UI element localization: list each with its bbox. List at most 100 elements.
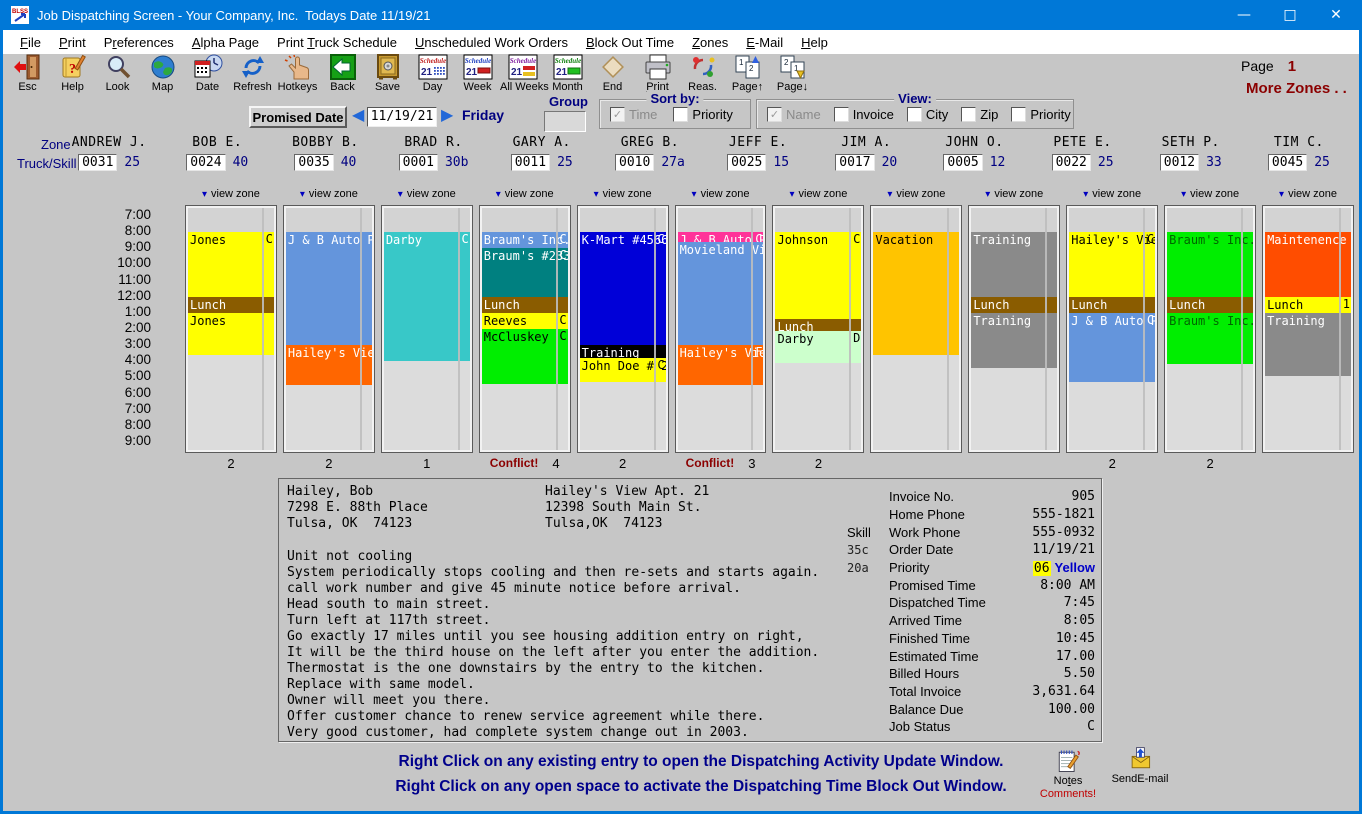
notes-button[interactable]: Notes Comments! [1037, 747, 1099, 800]
truck-number-field[interactable]: 0035 [294, 154, 333, 171]
toolbar-look-button[interactable]: Look [95, 54, 140, 93]
block-label: Training [582, 346, 640, 358]
view-zone-dropdown[interactable]: ▾view zone [871, 188, 961, 205]
view-zone-dropdown[interactable]: ▾view zone [773, 188, 863, 205]
truck-number-field[interactable]: 0010 [615, 154, 654, 171]
service-address-line: 12398 South Main St. [545, 500, 709, 516]
toolbar-back-button[interactable]: Back [320, 54, 365, 93]
view-zone-dropdown[interactable]: ▾view zone [382, 188, 472, 205]
schedule-column-seth-p[interactable]: Braum's Inc.LunchBraum's Inc. [1165, 206, 1255, 452]
svg-text:?: ? [69, 62, 76, 77]
toolbar-label: Month [545, 81, 590, 93]
schedule-column-brad-r[interactable]: Braum's Inc.CBraum's #233CLunchReevesCMc… [480, 206, 570, 452]
truck-number-field[interactable]: 0024 [186, 154, 225, 171]
view-priority-checkbox[interactable]: Priority [1011, 107, 1070, 122]
close-button[interactable]: ✕ [1313, 0, 1359, 30]
toolbar-label: Refresh [230, 81, 275, 93]
schedule-column-bobby-b[interactable]: DarbyC [382, 206, 472, 452]
view-city-checkbox[interactable]: City [907, 107, 948, 122]
menu-item-preferences[interactable]: Preferences [95, 35, 183, 50]
schedule-column-jim-a[interactable]: Vacation [871, 206, 961, 452]
group-input[interactable] [544, 111, 586, 132]
sort-by-priority-checkbox[interactable]: Priority [673, 107, 732, 122]
menu-item-e-mail[interactable]: E-Mail [737, 35, 792, 50]
toolbar-print-button[interactable]: Print [635, 54, 680, 93]
view-zone-dropdown[interactable]: ▾view zone [578, 188, 668, 205]
truck-number-field[interactable]: 0017 [835, 154, 874, 171]
toolbar-refresh-button[interactable]: Refresh [230, 54, 275, 93]
toolbar-save-button[interactable]: Save [365, 54, 410, 93]
view-zip-checkbox[interactable]: Zip [961, 107, 998, 122]
schedule-column-bob-e[interactable]: J & B Auto PaHailey's View [284, 206, 374, 452]
minimize-button[interactable]: — [1221, 0, 1267, 30]
view-zone-dropdown[interactable]: ▾view zone [284, 188, 374, 205]
job-count-value: 2 [1109, 456, 1116, 471]
toolbar-date-button[interactable]: Date [185, 54, 230, 93]
schedule-column-pete-e[interactable]: Hailey's ViewCLunchJ & B Auto PaC [1067, 206, 1157, 452]
toolbar-all-weeks-button[interactable]: Schedule21All Weeks [500, 54, 545, 93]
truck-number-field[interactable]: 0022 [1052, 154, 1091, 171]
toolbar-map-button[interactable]: Map [140, 54, 185, 93]
view-zone-dropdown[interactable]: ▾view zone [676, 188, 766, 205]
menu-item-alpha-page[interactable]: Alpha Page [183, 35, 268, 50]
truck-number-field[interactable]: 0031 [78, 154, 117, 171]
schedule-column-tim-c[interactable]: MaintenenceLunch1Training [1263, 206, 1353, 452]
schedule-column-gary-a[interactable]: K-Mart #45667CTrainingJohn Doe # 21C [578, 206, 668, 452]
toolbar-page-button[interactable]: 21Page↓ [770, 54, 815, 93]
view-name-checkbox[interactable]: ✓Name [767, 107, 821, 122]
toolbar-month-button[interactable]: Schedule21Month [545, 54, 590, 93]
toolbar-esc-button[interactable]: Esc [5, 54, 50, 93]
block-status-flag: C [853, 232, 860, 246]
time-tick-label: 11:00 [118, 272, 151, 287]
page-up-icon: 12 [725, 54, 770, 82]
menu-item-file[interactable]: File [11, 35, 50, 50]
view-zone-dropdown[interactable]: ▾view zone [480, 188, 570, 205]
send-email-button[interactable]: SendE-mail [1105, 745, 1175, 785]
field-value: C [1005, 719, 1095, 734]
job-description: Unit not coolingSystem periodically stop… [287, 549, 819, 741]
truck-number-field[interactable]: 0012 [1160, 154, 1199, 171]
promised-date-button[interactable]: Promised Date [249, 106, 347, 128]
job-count-value: 2 [1207, 456, 1214, 471]
toolbar-reas-button[interactable]: Reas. [680, 54, 725, 93]
menu-item-zones[interactable]: Zones [683, 35, 737, 50]
toolbar-hotkeys-button[interactable]: Hotkeys [275, 54, 320, 93]
truck-number-field[interactable]: 0011 [511, 154, 550, 171]
menu-item-print-truck-schedule[interactable]: Print Truck Schedule [268, 35, 406, 50]
menu-item-help[interactable]: Help [792, 35, 837, 50]
toolbar-week-button[interactable]: Schedule21Week [455, 54, 500, 93]
truck-number-field[interactable]: 0001 [399, 154, 438, 171]
view-zone-dropdown[interactable]: ▾view zone [969, 188, 1059, 205]
maximize-button[interactable]: □ [1267, 0, 1313, 30]
view-zone-dropdown[interactable]: ▾view zone [1165, 188, 1255, 205]
menu-item-block-out-time[interactable]: Block Out Time [577, 35, 683, 50]
schedule-column-jeff-e[interactable]: JohnsonCLunchDarbyD [773, 206, 863, 452]
view-zone-label: view zone [1288, 188, 1337, 200]
truck-number-field[interactable]: 0005 [943, 154, 982, 171]
job-count-value: 2 [227, 456, 234, 471]
view-invoice-checkbox[interactable]: Invoice [834, 107, 894, 122]
menu-item-unscheduled-work-orders[interactable]: Unscheduled Work Orders [406, 35, 577, 50]
sort-by-time-checkbox[interactable]: ✓Time [610, 107, 657, 122]
service-address-line: Tulsa,OK 74123 [545, 516, 709, 532]
next-day-arrow-icon[interactable]: ▶ [441, 105, 453, 124]
promised-date-field[interactable]: 11/19/21 [367, 107, 437, 127]
toolbar-help-button[interactable]: ?Help [50, 54, 95, 93]
menu-item-print[interactable]: Print [50, 35, 95, 50]
view-zone-dropdown[interactable]: ▾view zone [1263, 188, 1353, 205]
field-label: Work Phone [889, 525, 1005, 540]
schedule-column-john-o[interactable]: TrainingLunchTraining [969, 206, 1059, 452]
truck-number-field[interactable]: 0045 [1268, 154, 1307, 171]
block-status-flag: C [266, 232, 273, 246]
schedule-column-greg-b[interactable]: J & B Auto PaCMovieland VidHailey's View… [676, 206, 766, 452]
toolbar-day-button[interactable]: Schedule21Day [410, 54, 455, 93]
view-zone-dropdown[interactable]: ▾view zone [186, 188, 276, 205]
toolbar-label: Save [365, 81, 410, 93]
toolbar-page-button[interactable]: 12Page↑ [725, 54, 770, 93]
truck-number-field[interactable]: 0025 [727, 154, 766, 171]
view-zone-dropdown[interactable]: ▾view zone [1067, 188, 1157, 205]
prev-day-arrow-icon[interactable]: ◀ [352, 105, 364, 124]
toolbar-end-button[interactable]: End [590, 54, 635, 93]
schedule-column-andrew-j[interactable]: JonesCLunchJones [186, 206, 276, 452]
more-zones-link[interactable]: More Zones . . [1246, 80, 1347, 97]
